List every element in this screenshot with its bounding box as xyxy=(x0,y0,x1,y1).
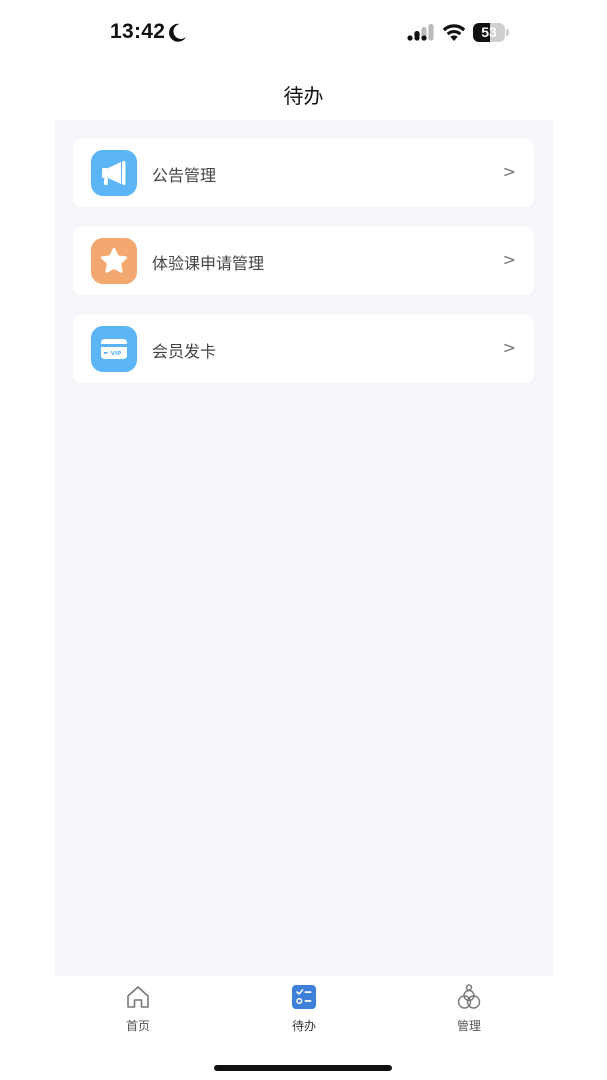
menu-item-label: 体验课申请管理 xyxy=(152,254,265,273)
chevron-right-icon: > xyxy=(502,338,516,357)
star-icon xyxy=(91,238,137,284)
page-title: 待办 xyxy=(283,84,324,108)
todo-list-container: 公告管理 > 体验课申请管理 > VIP 会员发卡 > xyxy=(55,120,553,976)
home-icon xyxy=(127,986,149,1008)
cellular-signal-icon xyxy=(407,24,434,41)
tab-label: 首页 xyxy=(125,1019,150,1033)
tab-home[interactable]: 首页 xyxy=(78,976,198,1042)
tab-label: 管理 xyxy=(456,1019,481,1033)
chevron-right-icon: > xyxy=(502,250,516,269)
megaphone-icon xyxy=(91,150,137,196)
menu-item-member-card-issue[interactable]: VIP 会员发卡 > xyxy=(73,315,534,383)
status-time: 13:42 xyxy=(110,20,166,43)
svg-text:VIP: VIP xyxy=(111,351,122,357)
battery-icon: 53 xyxy=(473,23,510,42)
vip-card-icon: VIP xyxy=(91,326,137,372)
home-indicator xyxy=(214,1065,392,1071)
status-bar: 13:42 53 xyxy=(0,0,607,66)
tab-management[interactable]: 管理 xyxy=(409,976,529,1042)
menu-item-trial-class-application[interactable]: 体验课申请管理 > xyxy=(73,227,534,295)
menu-item-label: 会员发卡 xyxy=(152,342,217,361)
battery-level: 53 xyxy=(481,24,497,40)
bottom-tab-bar: 首页 待办 管理 xyxy=(55,976,553,1046)
menu-item-label: 公告管理 xyxy=(152,166,217,185)
tab-todo[interactable]: 待办 xyxy=(244,976,364,1042)
tab-label: 待办 xyxy=(291,1019,316,1033)
chevron-right-icon: > xyxy=(502,162,516,181)
wifi-icon xyxy=(442,24,466,41)
menu-item-announcement-management[interactable]: 公告管理 > xyxy=(73,139,534,207)
moon-icon xyxy=(169,23,186,42)
nodes-icon xyxy=(457,984,481,1009)
checklist-icon xyxy=(292,985,316,1009)
